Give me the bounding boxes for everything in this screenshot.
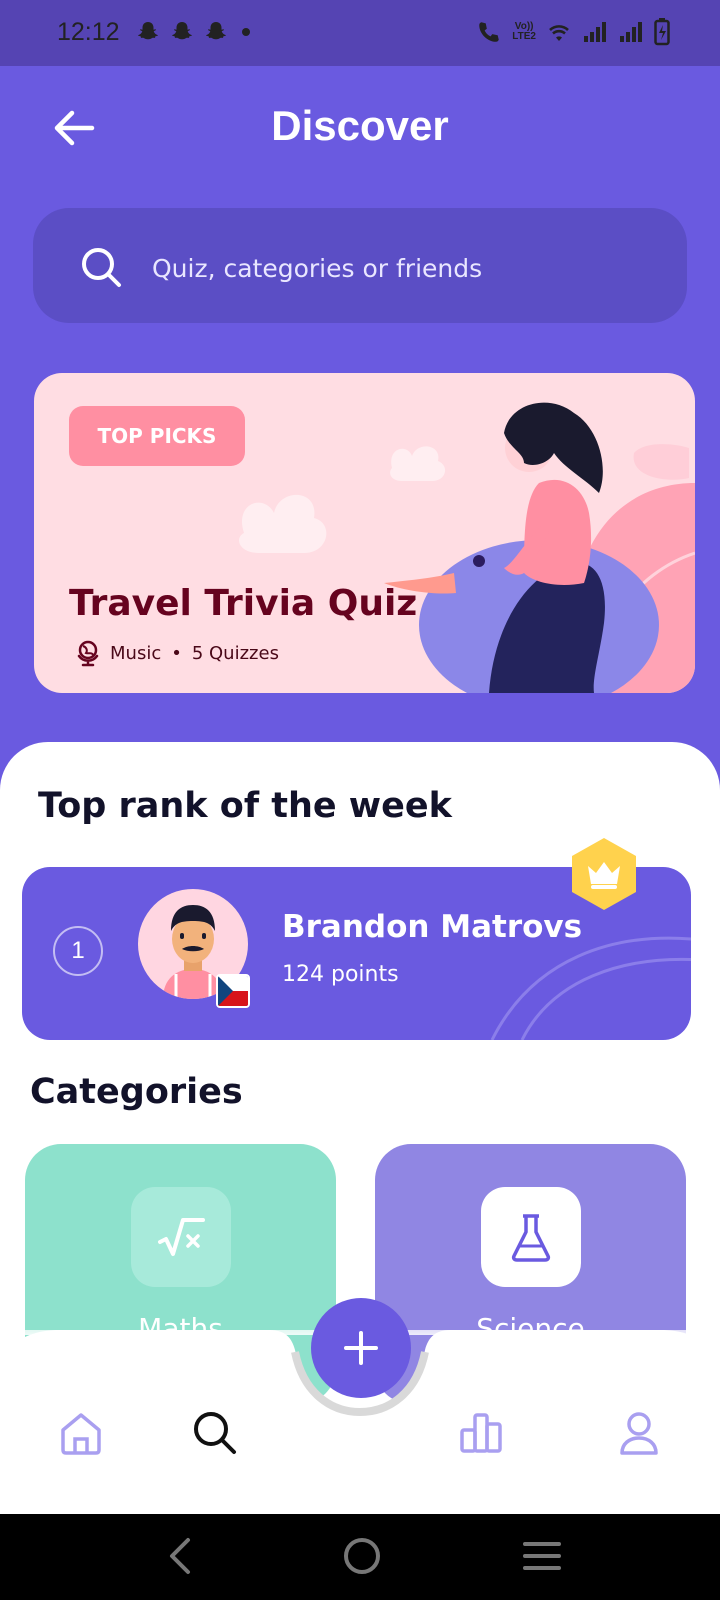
status-time: 12:12: [57, 18, 120, 46]
meta-separator: •: [171, 642, 182, 664]
top-rank-title: Top rank of the week: [38, 786, 452, 826]
rank-number: 1: [53, 926, 103, 976]
nav-home[interactable]: [58, 1410, 104, 1456]
czech-flag-icon: [216, 974, 250, 1008]
volte-indicator: Vo)) LTE2: [512, 21, 536, 42]
profile-icon: [620, 1412, 658, 1455]
notification-icons: [136, 20, 250, 44]
featured-quiz-card[interactable]: TOP PICKS Travel Trivia Quiz Music • 5 Q…: [34, 373, 695, 693]
categories-title: Categories: [30, 1072, 243, 1112]
home-icon: [61, 1413, 101, 1455]
more-notifications-dot: [242, 28, 250, 36]
square-root-icon: [131, 1187, 231, 1287]
snapchat-icon: [138, 22, 158, 40]
top-picks-badge: TOP PICKS: [69, 406, 245, 466]
leaderboard-icon: [460, 1413, 502, 1453]
flask-icon: [481, 1187, 581, 1287]
rank-user-name: Brandon Matrovs: [282, 909, 583, 945]
featured-quiz-title: Travel Trivia Quiz: [69, 583, 418, 624]
featured-category: Music: [110, 642, 162, 664]
battery-icon: [654, 18, 670, 46]
nav-profile[interactable]: [616, 1410, 662, 1456]
featured-quiz-count: 5 Quizzes: [191, 642, 279, 664]
signal-icon: [584, 22, 606, 42]
page-title: Discover: [271, 102, 449, 149]
system-back-icon[interactable]: [166, 1536, 196, 1576]
system-home-icon[interactable]: [342, 1536, 382, 1576]
nav-search[interactable]: [192, 1410, 238, 1456]
plus-icon: [344, 1331, 378, 1365]
search-icon: [82, 248, 121, 287]
system-icons: Vo)) LTE2: [476, 18, 670, 46]
crown-icon: [572, 838, 636, 910]
search-icon: [194, 1412, 236, 1454]
wifi-icon: [549, 25, 569, 41]
featured-quiz-meta: Music • 5 Quizzes: [76, 639, 279, 667]
search-input[interactable]: [152, 250, 652, 286]
status-bar: 12:12 Vo)) LTE2: [0, 0, 720, 66]
nav-leaderboard[interactable]: [458, 1410, 504, 1456]
snapchat-icon: [172, 22, 192, 40]
signal-icon: [620, 22, 642, 42]
snapchat-icon: [206, 22, 226, 40]
rank-user-points: 124 points: [282, 962, 399, 987]
system-menu-icon[interactable]: [522, 1536, 562, 1576]
globe-icon: [77, 640, 99, 667]
add-button[interactable]: [311, 1298, 411, 1398]
call-icon: [479, 22, 500, 42]
